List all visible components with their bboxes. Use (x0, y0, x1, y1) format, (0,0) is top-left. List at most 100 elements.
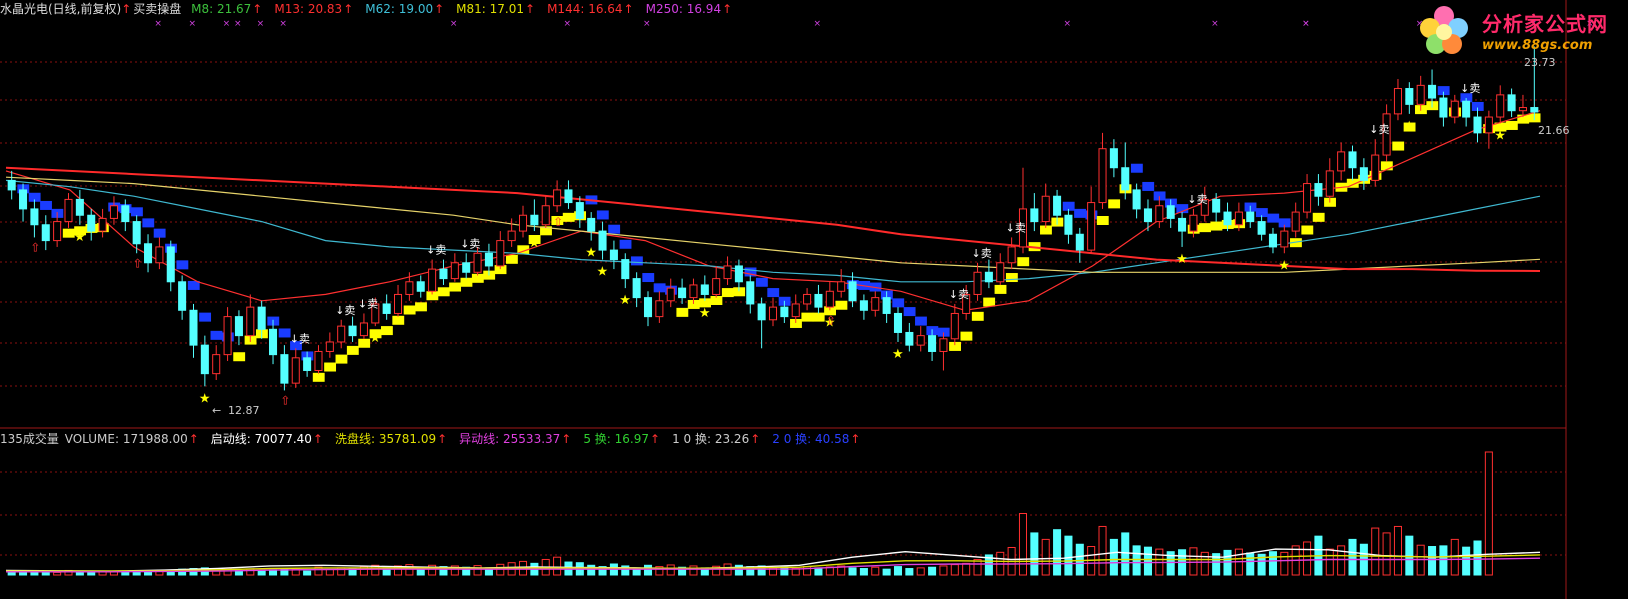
candle-body (75, 198, 84, 216)
candle-body (518, 214, 528, 232)
candle-body (1325, 170, 1334, 197)
candle-body (87, 214, 96, 232)
top-markers: ×××××××××××××××××× (154, 19, 1593, 29)
candle-body (734, 265, 743, 283)
volume-bar (1371, 527, 1380, 576)
candle-body (109, 205, 118, 219)
candle-body (643, 297, 653, 318)
candle-body (837, 281, 846, 292)
band-segment (835, 300, 848, 310)
stock-chart[interactable]: ×××××××××××××××××× ★★★★★★★★★★★★★★↓卖↓卖↓卖↓… (0, 0, 1628, 599)
volume-bar (1439, 545, 1448, 576)
top-marker: × (450, 19, 458, 29)
candle-body (1257, 221, 1266, 235)
top-marker: × (643, 19, 651, 29)
band-segment (153, 228, 166, 238)
sell-signal: ↓卖 (335, 304, 355, 317)
price-last-label: 21.66 (1538, 124, 1570, 137)
ma-legend-item-1: M13: 20.83↑ (274, 2, 354, 16)
candle-body (916, 335, 925, 346)
volume-bar (1325, 548, 1334, 576)
band-segment (608, 224, 621, 234)
up-arrow-icon: ⇧ (826, 313, 836, 327)
candle-body (1303, 183, 1312, 213)
volume-bar (1030, 532, 1039, 576)
volume-bar (1462, 546, 1471, 576)
candle-body (1280, 230, 1289, 248)
candle-body (1314, 183, 1323, 197)
candle-body (166, 246, 175, 283)
buy-star-icon: ★ (892, 347, 904, 362)
band-segment (176, 260, 189, 270)
top-marker: × (1211, 19, 1219, 29)
candle-body (1348, 151, 1357, 169)
volume-bar (1246, 552, 1255, 576)
candle-body (541, 205, 550, 226)
candle-body (382, 303, 391, 314)
candle-body (1462, 100, 1471, 118)
band-segment (1267, 213, 1280, 223)
candle-body (723, 265, 732, 280)
band-segment (562, 212, 575, 222)
candle-body (223, 316, 232, 356)
candle-body (871, 297, 880, 311)
volume-bar (1053, 529, 1062, 576)
volume-bar (1189, 547, 1198, 576)
candle-body (1098, 148, 1107, 204)
volume-bar (587, 564, 596, 576)
volume-legend-item-2: 洗盘线: 35781.09↑ (334, 432, 448, 446)
candle-body (530, 214, 539, 226)
volume-bar (893, 566, 903, 576)
volume-bar (553, 556, 562, 576)
band-segment (449, 282, 462, 292)
band-segment (983, 297, 996, 307)
candle-body (303, 357, 312, 371)
candle-body (337, 325, 346, 343)
buy-star-icon: ★ (528, 236, 540, 251)
band-segment (233, 352, 246, 362)
candle-body (791, 303, 800, 318)
up-arrow-icon: ↑ (434, 2, 445, 16)
ma-legend-item-3: M81: 17.01↑ (456, 2, 536, 16)
band-segment (437, 287, 450, 297)
candle-body (53, 221, 62, 242)
band-segment (1392, 141, 1405, 151)
sell-signal: ↓卖 (1460, 82, 1480, 95)
candle-body (98, 217, 107, 232)
top-marker: × (234, 19, 242, 29)
low-arrow: ← (212, 404, 221, 417)
candle-body (473, 252, 482, 273)
volume-bar (814, 567, 823, 576)
candle-body (1143, 208, 1153, 223)
volume-bar (1348, 538, 1357, 576)
candle-body (428, 268, 437, 292)
volume-bar (1064, 535, 1073, 576)
candle-body (200, 344, 209, 375)
candle-body (893, 312, 903, 333)
volume-bar (882, 568, 891, 576)
buy-star-icon: ★ (699, 306, 711, 321)
band-segment (755, 277, 768, 287)
buy-star-icon: ★ (199, 391, 211, 406)
volume-bar (473, 565, 482, 576)
candle-body (1518, 107, 1527, 112)
volume-legend-item-4: 5 换: 16.97↑ (583, 432, 661, 446)
up-arrow-icon: ↑ (252, 2, 263, 16)
candle-body (1109, 148, 1118, 169)
site-logo[interactable]: 分析家公式网 www.88gs.com (1412, 2, 1624, 66)
band-segment (767, 288, 780, 298)
up-arrow-icon: ↑ (722, 2, 733, 16)
volume-bar (1393, 525, 1402, 576)
candle-body (666, 287, 675, 302)
up-arrow-icon: ↑ (312, 432, 323, 446)
band-segment (335, 354, 348, 364)
volume-legend-item-6: 2 0 换: 40.58↑ (772, 432, 861, 446)
volume-bar (689, 565, 698, 576)
candle-body (1234, 211, 1243, 226)
sell-signal: ↓卖 (460, 237, 480, 250)
up-arrow-icon: ⇧ (133, 256, 143, 270)
candle-body (1484, 116, 1493, 134)
candle-body (1450, 100, 1459, 118)
candle-body (1496, 94, 1505, 118)
band-segment (324, 362, 337, 372)
